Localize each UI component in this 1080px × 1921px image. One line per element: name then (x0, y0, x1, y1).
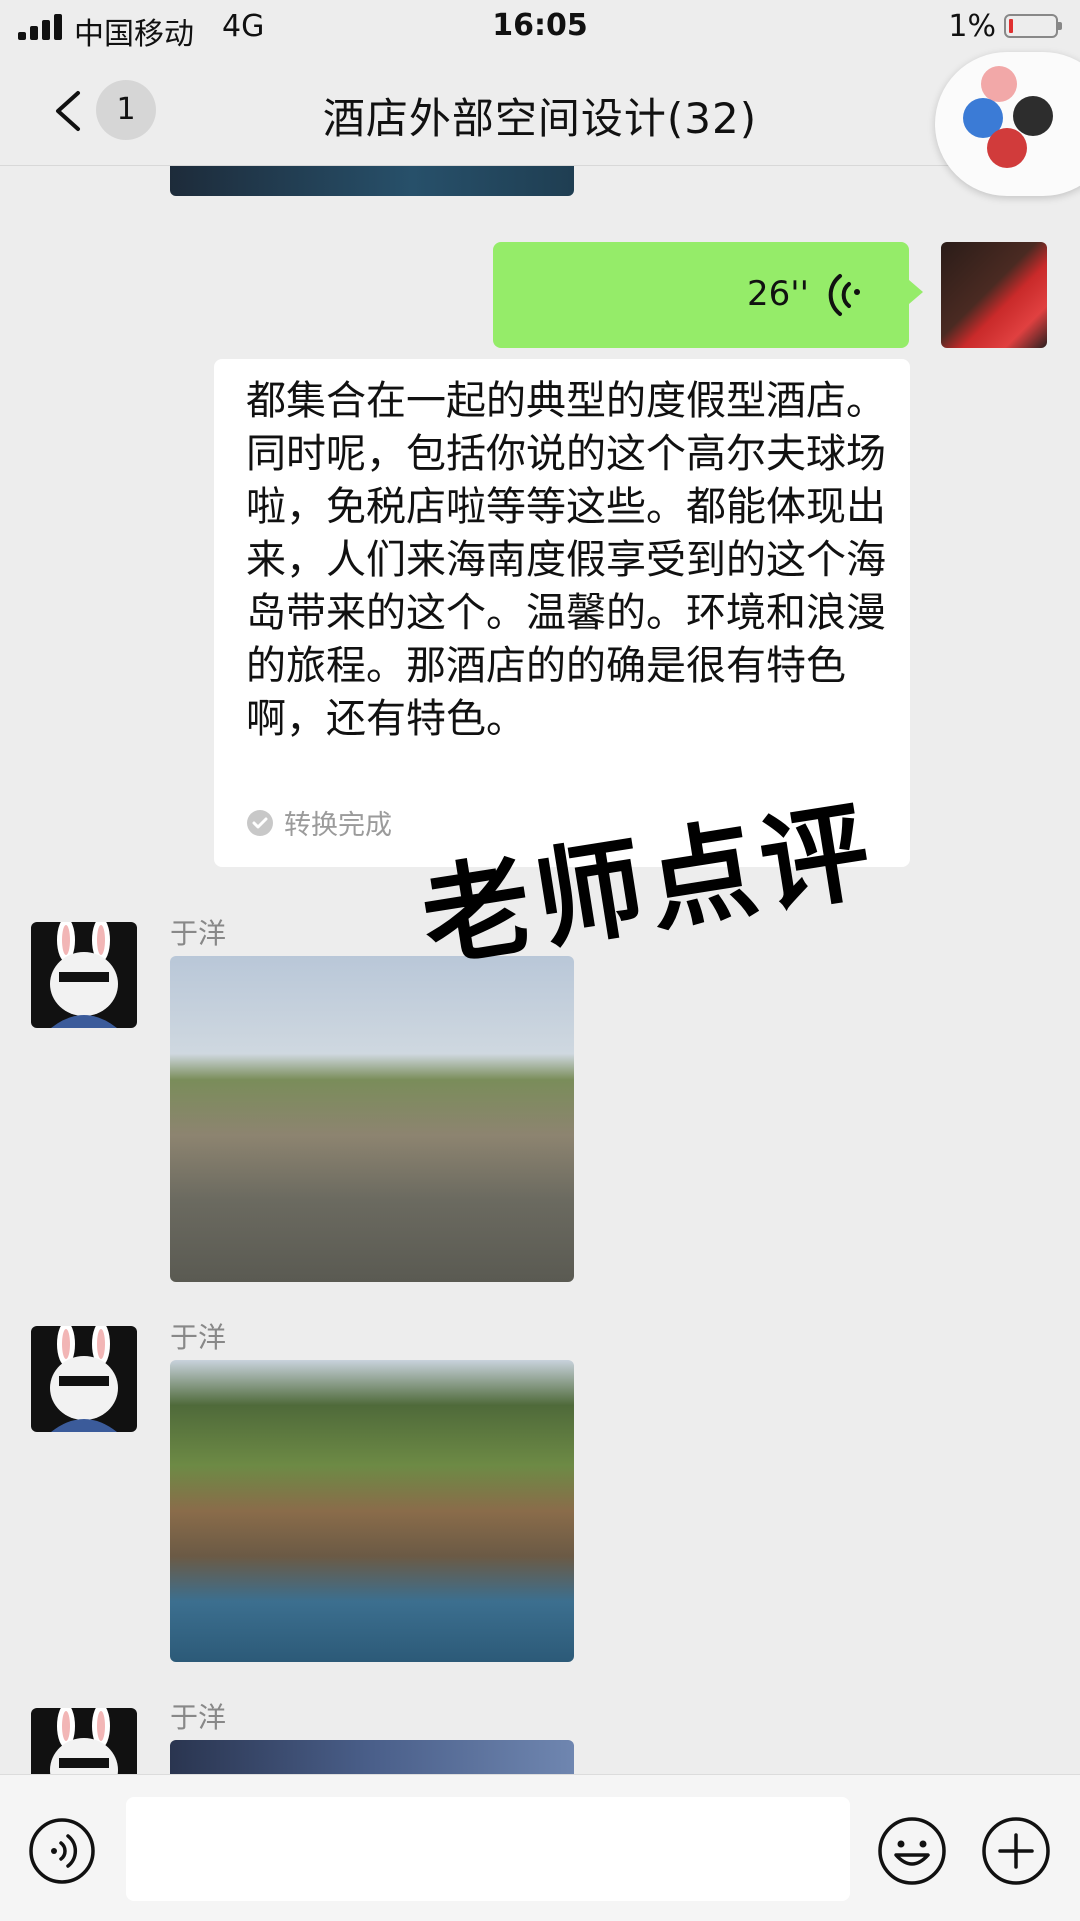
status-bar: 中国移动 4G 16:05 1% (0, 0, 1080, 55)
avatar-dot-pink (981, 66, 1017, 102)
rabbit-avatar-icon (50, 922, 118, 1028)
transcript-status-label: 转换完成 (284, 810, 392, 841)
emoji-icon[interactable] (876, 1815, 948, 1887)
sender-name: 于洋 (170, 917, 227, 950)
message-input[interactable] (126, 1797, 850, 1901)
avatar-dot-dark (1013, 96, 1053, 136)
voice-message-bubble[interactable]: 26'' (493, 242, 923, 348)
chat-title: 酒店外部空间设计(32) (322, 94, 758, 143)
sender-name: 于洋 (170, 1701, 227, 1734)
clock: 16:05 (492, 8, 588, 43)
transcript-status: 转换完成 (246, 803, 392, 842)
transcript-text: 都集合在一起的典型的度假型酒店。同时呢，包括你说的这个高尔夫球场啦，免税店啦等等… (246, 378, 886, 742)
voice-input-icon[interactable] (28, 1817, 96, 1885)
self-avatar[interactable] (941, 242, 1047, 348)
image-message[interactable] (170, 1360, 574, 1662)
image-message[interactable] (170, 956, 574, 1282)
chat-header: 1 酒店外部空间设计(32) (0, 55, 1080, 166)
voice-duration: 26'' (747, 274, 809, 314)
rabbit-avatar-icon (50, 1708, 118, 1774)
check-circle-icon (247, 809, 273, 836)
battery-icon (1004, 14, 1062, 38)
sender-avatar[interactable] (31, 1708, 137, 1774)
sender-avatar[interactable] (31, 922, 137, 1028)
input-bar (0, 1774, 1080, 1921)
sender-name: 于洋 (170, 1321, 227, 1354)
image-message[interactable] (170, 1740, 574, 1774)
image-message[interactable] (170, 166, 574, 196)
plus-icon[interactable] (980, 1815, 1052, 1887)
sender-avatar[interactable] (31, 1326, 137, 1432)
rabbit-avatar-icon (50, 1326, 118, 1432)
battery-percent: 1% (948, 9, 996, 44)
avatar-dot-red (987, 128, 1027, 168)
voice-wave-icon (828, 274, 861, 316)
